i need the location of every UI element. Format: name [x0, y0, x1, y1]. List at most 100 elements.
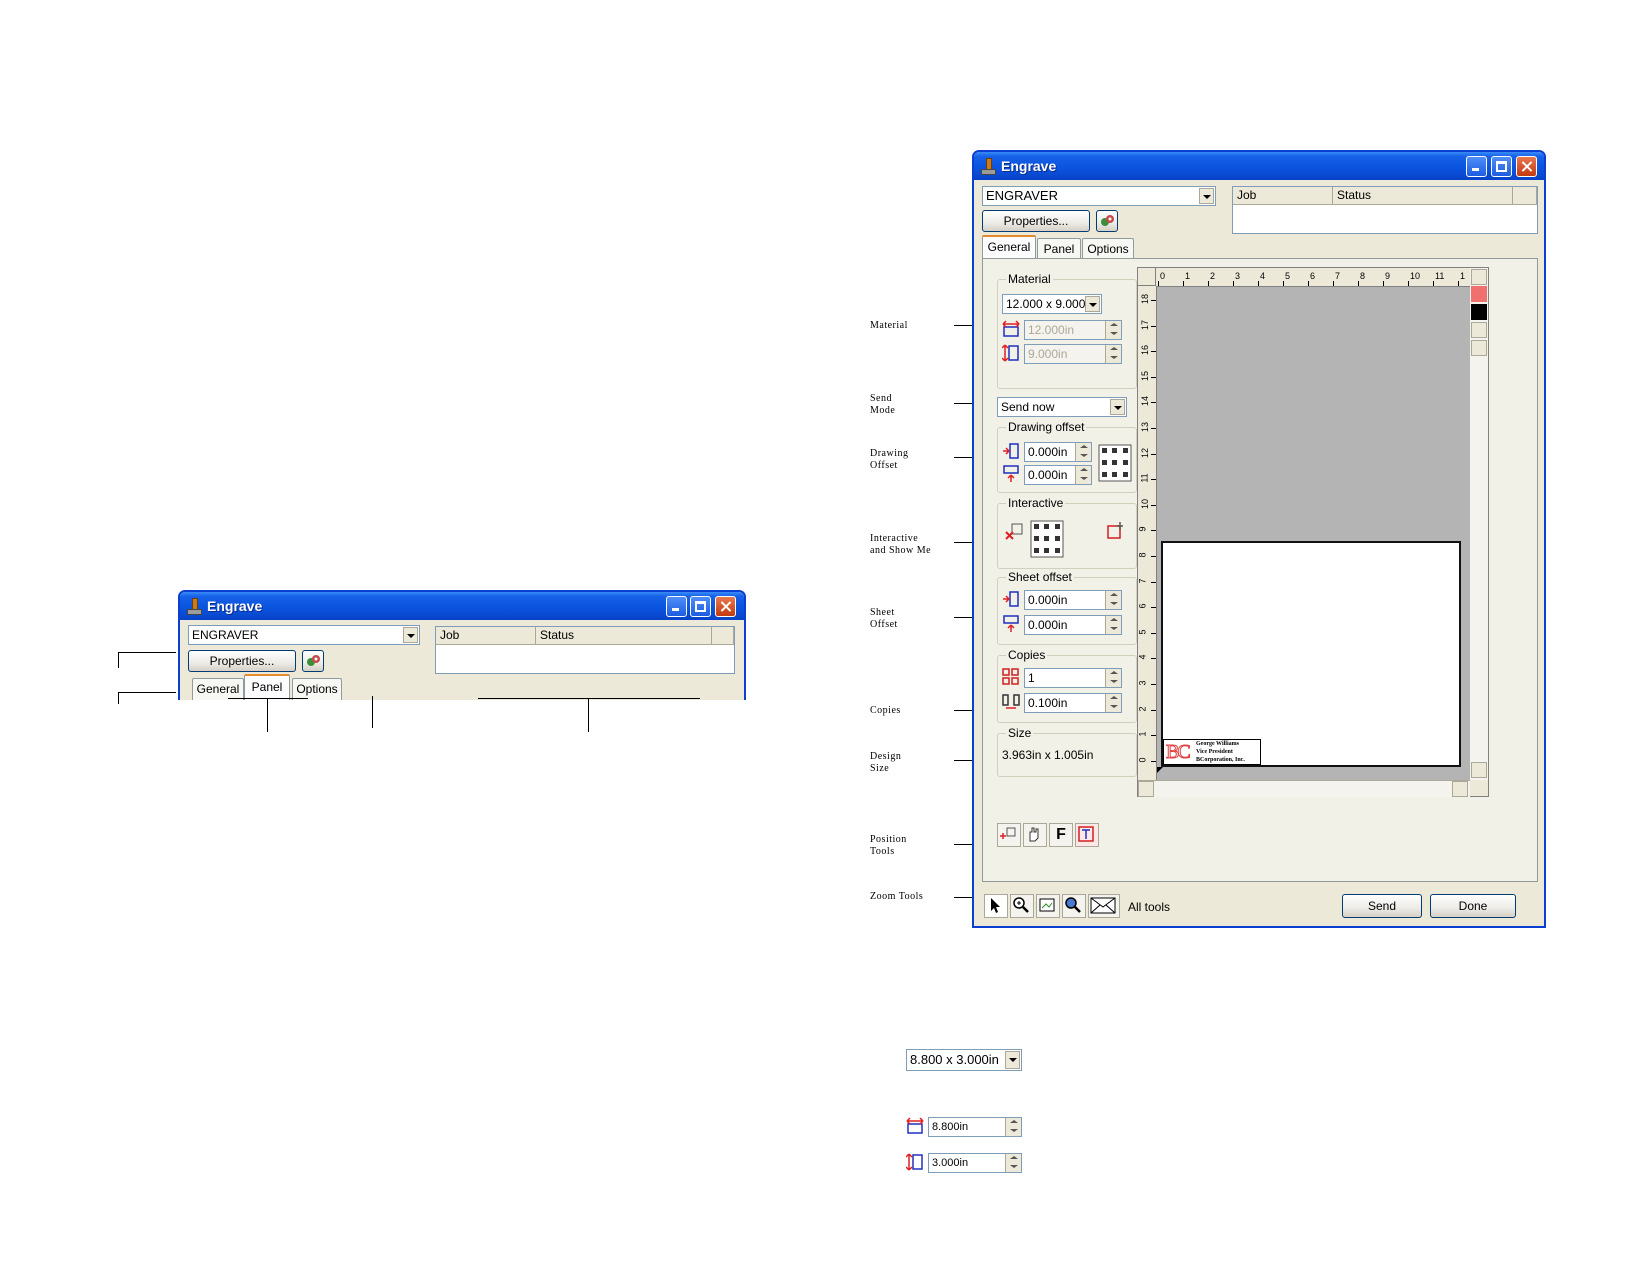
zoom-design-tool[interactable]	[1062, 894, 1086, 918]
arrow-tool[interactable]	[984, 894, 1008, 918]
ruler-h-tick	[1258, 281, 1259, 286]
ruler-h-tick	[1183, 281, 1184, 286]
color-swatch-red[interactable]	[1471, 286, 1487, 302]
color-swatch-black[interactable]	[1471, 304, 1487, 320]
drawing-offset-x-field[interactable]: 0.000in	[1024, 442, 1092, 462]
chevron-down-icon[interactable]	[1085, 296, 1100, 312]
drawing-offset-y-field[interactable]: 0.000in	[1024, 465, 1092, 485]
all-tools-label: All tools	[1128, 900, 1171, 914]
gears-icon	[307, 655, 320, 666]
material-height-value: 9.000in	[1028, 347, 1068, 361]
close-icon[interactable]	[715, 596, 736, 617]
small-title-bar[interactable]: Engrave	[180, 592, 744, 620]
horizontal-scrollbar[interactable]	[1138, 780, 1470, 797]
small-device-combo[interactable]: ENGRAVER	[188, 625, 420, 645]
anchor-grid-icon[interactable]	[1098, 444, 1132, 482]
material-width-value: 12.000in	[1028, 323, 1075, 337]
send-button[interactable]: Send	[1342, 894, 1422, 918]
callout-line	[478, 698, 700, 699]
device-combo[interactable]: ENGRAVER	[982, 186, 1216, 206]
chevron-down-icon[interactable]	[1005, 1051, 1020, 1069]
zoom-in-icon	[1013, 897, 1029, 913]
offset-y-spinner[interactable]	[1075, 466, 1091, 484]
maximize-icon[interactable]	[1491, 156, 1512, 177]
copies-count-field[interactable]: 1	[1024, 668, 1122, 688]
ruler-h-label: 1	[1185, 271, 1191, 281]
sheet-y-spinner[interactable]	[1105, 616, 1121, 634]
spacing-spinner[interactable]	[1105, 694, 1121, 712]
ann-design-size: Design Size	[870, 751, 902, 774]
zoom-page-tool[interactable]	[1036, 894, 1060, 918]
ruler-horizontal: 0 1 2 3 4 5 6 7 8 9 10 11 1	[1156, 268, 1470, 287]
swatch-scroll-up-icon[interactable]	[1471, 340, 1487, 356]
small-gears-button[interactable]	[302, 650, 324, 672]
interactive-group: Interactive	[997, 496, 1137, 569]
example-preset-combo[interactable]: 8.800 x 3.000in	[906, 1049, 1022, 1071]
position-tool-1[interactable]	[997, 823, 1021, 847]
copies-spinner[interactable]	[1105, 669, 1121, 687]
scroll-down-icon[interactable]	[1471, 762, 1487, 778]
height-spinner[interactable]	[1105, 345, 1121, 363]
small-tab-options[interactable]: Options	[292, 678, 342, 700]
example-height-spinner[interactable]	[1005, 1154, 1021, 1172]
small-col-job[interactable]: Job	[436, 627, 536, 645]
gears-button[interactable]	[1096, 210, 1118, 232]
minimize-icon[interactable]	[666, 596, 687, 617]
interactive-anchor-icon[interactable]	[1030, 520, 1064, 558]
ann-send-mode: Send Mode	[870, 393, 896, 416]
maximize-icon[interactable]	[690, 596, 711, 617]
tab-panel[interactable]: Panel	[1037, 238, 1081, 259]
ruler-vertical: 18 17 16 15 14 13 12 11 10 9 8 7 6 5 4 3 2 1 0	[1138, 286, 1157, 780]
interactive-cross-icon[interactable]	[1004, 522, 1024, 542]
sheet-x-spinner[interactable]	[1105, 591, 1121, 609]
tab-general[interactable]: General	[982, 235, 1036, 259]
scroll-right-icon[interactable]	[1452, 781, 1468, 797]
ruler-v-tick	[1151, 504, 1156, 506]
width-spinner[interactable]	[1105, 321, 1121, 339]
col-job[interactable]: Job	[1233, 187, 1333, 205]
small-properties-button[interactable]: Properties...	[188, 650, 296, 672]
small-tab-general[interactable]: General	[192, 678, 244, 700]
position-tool-2[interactable]	[1023, 823, 1047, 847]
zoom-in-tool[interactable]	[1010, 894, 1034, 918]
material-width-field[interactable]: 12.000in	[1024, 320, 1122, 340]
chevron-down-icon[interactable]	[1199, 188, 1214, 204]
small-tab-panel[interactable]: Panel	[244, 674, 290, 700]
preview-area[interactable]: 0 1 2 3 4 5 6 7 8 9 10 11 1 18 17 16 15 14 13 12 11 10 9 8 7 6 5 4…	[1137, 267, 1489, 797]
chevron-down-icon[interactable]	[1110, 399, 1125, 415]
canvas[interactable]: BC George Williams Vice President BCorpo…	[1157, 287, 1470, 780]
chevron-down-icon[interactable]	[403, 627, 418, 643]
small-job-list[interactable]: Job Status	[435, 626, 735, 674]
ruler-h-label: 4	[1260, 271, 1266, 281]
material-height-field[interactable]: 9.000in	[1024, 344, 1122, 364]
vertical-scrollbar[interactable]	[1470, 268, 1488, 780]
example-width-spinner[interactable]	[1005, 1118, 1021, 1136]
swatch-scroll-down-icon[interactable]	[1471, 322, 1487, 338]
copies-spacing-field[interactable]: 0.100in	[1024, 693, 1122, 713]
position-tool-4[interactable]	[1075, 823, 1099, 847]
job-list[interactable]: Job Status	[1232, 186, 1538, 234]
sheet-offset-y-field[interactable]: 0.000in	[1024, 615, 1122, 635]
show-me-icon[interactable]	[1106, 520, 1126, 540]
example-width-icon	[906, 1117, 924, 1134]
tab-options[interactable]: Options	[1082, 238, 1134, 259]
scroll-left-icon[interactable]	[1138, 781, 1154, 797]
sheet-offset-x-field[interactable]: 0.000in	[1024, 590, 1122, 610]
offset-x-spinner[interactable]	[1075, 443, 1091, 461]
material-preset-combo[interactable]: 12.000 x 9.000	[1002, 294, 1102, 314]
col-extra[interactable]	[1513, 187, 1537, 205]
title-bar[interactable]: Engrave	[974, 152, 1544, 180]
send-mode-combo[interactable]: Send now	[997, 397, 1127, 417]
properties-button[interactable]: Properties...	[982, 210, 1090, 232]
position-tool-3[interactable]: F	[1049, 823, 1073, 847]
example-height-field[interactable]: 3.000in	[928, 1153, 1022, 1173]
close-icon[interactable]	[1516, 156, 1537, 177]
col-status[interactable]: Status	[1333, 187, 1513, 205]
example-width-field[interactable]: 8.800in	[928, 1117, 1022, 1137]
minimize-icon[interactable]	[1466, 156, 1487, 177]
done-button[interactable]: Done	[1430, 894, 1516, 918]
zoom-all-tool[interactable]	[1088, 894, 1120, 918]
scroll-up-icon[interactable]	[1471, 269, 1487, 285]
small-col-extra[interactable]	[712, 627, 734, 645]
small-col-status[interactable]: Status	[536, 627, 712, 645]
